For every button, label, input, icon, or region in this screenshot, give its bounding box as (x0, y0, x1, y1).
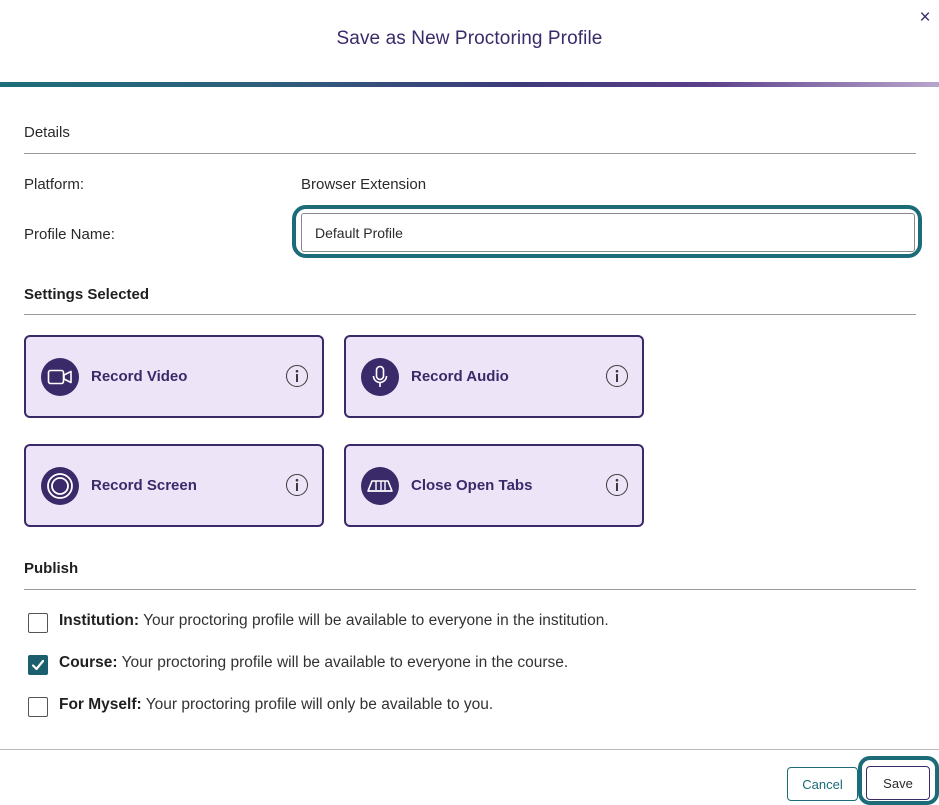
setting-card-record-screen: Record Screen (24, 444, 324, 527)
institution-option-description: Your proctoring profile will be availabl… (139, 612, 609, 629)
institution-option-text: Institution: Your proctoring profile wil… (59, 612, 609, 630)
publish-divider (24, 589, 916, 590)
info-icon[interactable] (606, 474, 628, 496)
for-myself-option-text: For Myself: Your proctoring profile will… (59, 696, 493, 714)
header-gradient-bar (0, 82, 939, 87)
dialog-title: Save as New Proctoring Profile (336, 28, 603, 49)
microphone-icon (361, 358, 399, 396)
save-profile-dialog: Save as New Proctoring Profile × Details… (0, 0, 939, 805)
checkmark-icon (31, 659, 45, 671)
profile-name-label: Profile Name: (24, 226, 115, 243)
course-option-text: Course: Your proctoring profile will be … (59, 654, 568, 672)
course-option-title: Course: (59, 654, 118, 671)
setting-card-record-video: Record Video (24, 335, 324, 418)
setting-card-close-open-tabs: Close Open Tabs (344, 444, 644, 527)
settings-divider (24, 314, 916, 315)
platform-label: Platform: (24, 176, 85, 193)
institution-checkbox[interactable] (28, 613, 48, 633)
for-myself-checkbox[interactable] (28, 697, 48, 717)
info-icon[interactable] (286, 474, 308, 496)
close-icon[interactable]: × (914, 8, 936, 30)
tabs-icon (361, 467, 399, 505)
platform-value: Browser Extension (301, 176, 427, 193)
details-divider (24, 153, 916, 154)
screen-record-icon (41, 467, 79, 505)
setting-label: Record Audio (411, 368, 509, 385)
for-myself-option-title: For Myself: (59, 696, 142, 713)
publish-heading: Publish (24, 560, 79, 577)
footer-divider (0, 749, 939, 750)
info-icon[interactable] (286, 365, 308, 387)
setting-label: Close Open Tabs (411, 477, 533, 494)
for-myself-option-description: Your proctoring profile will only be ava… (141, 696, 494, 713)
cancel-button[interactable]: Cancel (787, 767, 858, 801)
details-heading: Details (24, 124, 70, 141)
save-button[interactable]: Save (866, 766, 930, 800)
settings-heading: Settings Selected (24, 286, 150, 303)
profile-name-input[interactable] (301, 213, 915, 252)
course-option-description: Your proctoring profile will be availabl… (117, 654, 569, 671)
institution-option-title: Institution: (59, 612, 140, 629)
course-checkbox[interactable] (28, 655, 48, 675)
setting-label: Record Video (91, 368, 188, 385)
setting-card-record-audio: Record Audio (344, 335, 644, 418)
info-icon[interactable] (606, 365, 628, 387)
setting-label: Record Screen (91, 477, 197, 494)
video-camera-icon (41, 358, 79, 396)
